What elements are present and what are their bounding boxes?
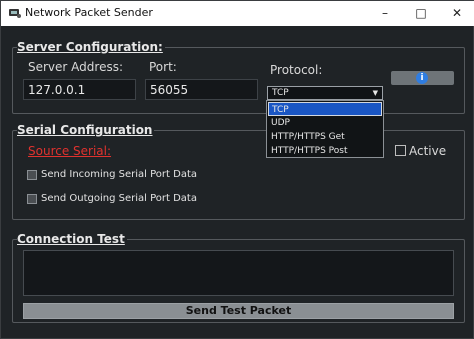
window-title: Network Packet Sender <box>25 6 153 19</box>
protocol-option-http-get[interactable]: HTTP/HTTPS Get <box>268 130 382 144</box>
active-label: Active <box>409 144 447 158</box>
protocol-dropdown-list: TCP UDP HTTP/HTTPS Get HTTP/HTTPS Post <box>266 100 384 158</box>
serial-config-title: Serial Configuration <box>17 123 155 137</box>
app-icon <box>9 9 21 18</box>
info-icon: i <box>416 72 428 84</box>
protocol-option-tcp[interactable]: TCP <box>268 102 382 116</box>
protocol-label: Protocol: <box>270 63 323 77</box>
title-bar: Network Packet Sender – □ ✕ <box>1 1 474 26</box>
send-incoming-checkbox[interactable] <box>27 170 37 180</box>
chevron-down-icon: ▼ <box>372 89 378 97</box>
source-serial-label: Source Serial: <box>28 144 112 158</box>
info-button[interactable]: i <box>391 71 454 85</box>
minimize-button[interactable]: – <box>367 1 403 26</box>
send-outgoing-checkbox[interactable] <box>27 194 37 204</box>
maximize-button[interactable]: □ <box>403 1 439 26</box>
active-checkbox[interactable] <box>395 145 406 156</box>
response-output[interactable] <box>23 250 454 296</box>
close-button[interactable]: ✕ <box>439 1 474 26</box>
protocol-option-http-post[interactable]: HTTP/HTTPS Post <box>268 144 382 158</box>
server-config-title: Server Configuration: <box>17 40 165 54</box>
protocol-selected-value: TCP <box>272 88 289 98</box>
server-address-input[interactable]: 127.0.0.1 <box>23 79 136 100</box>
server-address-label: Server Address: <box>28 60 123 74</box>
send-incoming-label: Send Incoming Serial Port Data <box>41 169 198 180</box>
app-window: Network Packet Sender – □ ✕ Server Confi… <box>0 0 474 339</box>
port-input[interactable]: 56055 <box>145 79 258 100</box>
send-outgoing-label: Send Outgoing Serial Port Data <box>41 193 197 204</box>
send-test-packet-button[interactable]: Send Test Packet <box>23 303 454 319</box>
connection-test-title: Connection Test <box>17 232 127 246</box>
port-label: Port: <box>149 60 177 74</box>
protocol-select[interactable]: TCP ▼ <box>267 86 383 100</box>
protocol-option-udp[interactable]: UDP <box>268 116 382 130</box>
